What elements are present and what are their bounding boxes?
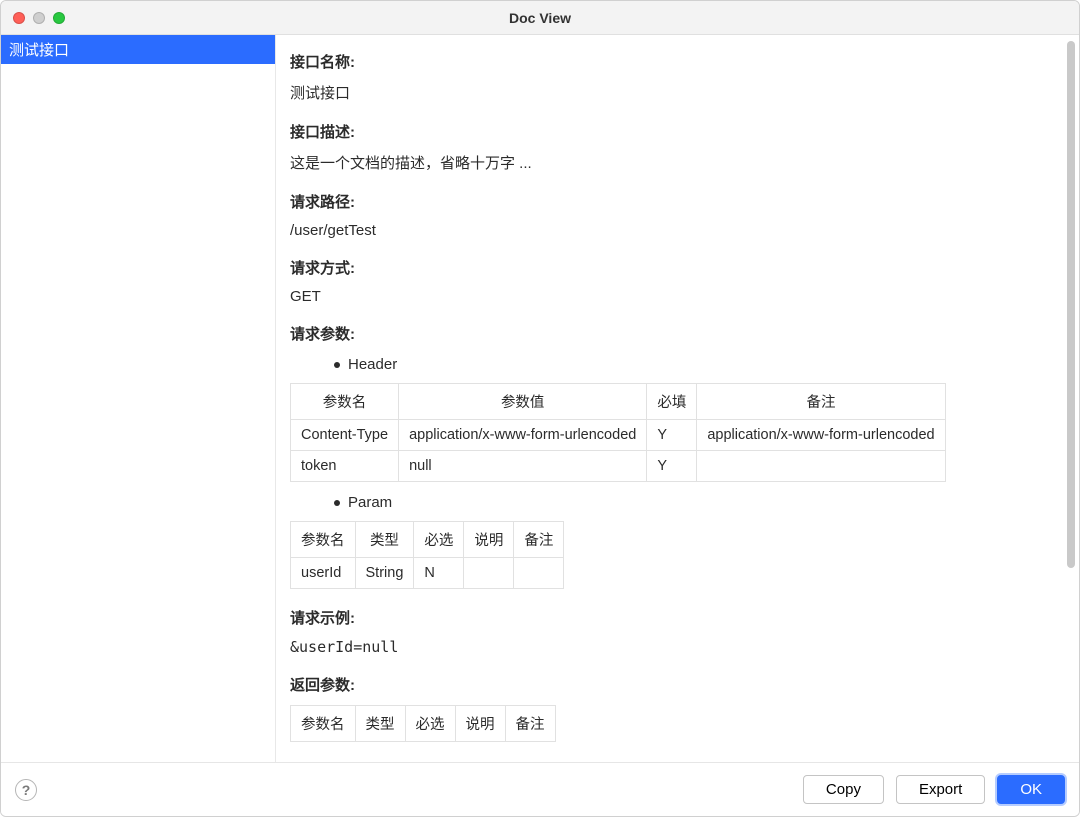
cell-name: userId xyxy=(291,558,356,589)
doc-content: 接口名称: 测试接口 接口描述: 这是一个文档的描述，省略十万字 ... 请求路… xyxy=(276,35,1063,762)
method-value: GET xyxy=(290,288,1049,305)
cell-value: application/x-www-form-urlencoded xyxy=(399,420,647,451)
close-icon[interactable] xyxy=(13,12,25,24)
bullet-icon xyxy=(334,500,340,506)
th-name: 参数名 xyxy=(291,384,399,420)
titlebar: Doc View xyxy=(1,1,1079,35)
api-name-label: 接口名称: xyxy=(290,51,1049,72)
path-label: 请求路径: xyxy=(290,191,1049,212)
cell-name: token xyxy=(291,451,399,482)
window-controls xyxy=(13,12,65,24)
th-optional: 必选 xyxy=(414,522,464,558)
table-header-row: 参数名 类型 必选 说明 备注 xyxy=(291,522,564,558)
maximize-icon[interactable] xyxy=(53,12,65,24)
cell-desc xyxy=(464,558,514,589)
table-row: token null Y xyxy=(291,451,946,482)
sidebar-item-api[interactable]: 测试接口 xyxy=(1,35,275,64)
path-value: /user/getTest xyxy=(290,222,1049,239)
header-table: 参数名 参数值 必填 备注 Content-Type application/x… xyxy=(290,383,946,482)
bullet-icon xyxy=(334,362,340,368)
cell-optional: N xyxy=(414,558,464,589)
th-remark: 备注 xyxy=(514,522,564,558)
header-bullet-label: Header xyxy=(348,356,397,373)
param-table: 参数名 类型 必选 说明 备注 userId String N xyxy=(290,521,564,589)
req-params-label: 请求参数: xyxy=(290,323,1049,344)
scrollbar[interactable] xyxy=(1067,41,1075,753)
th-remark: 备注 xyxy=(505,706,555,742)
table-row: Content-Type application/x-www-form-urle… xyxy=(291,420,946,451)
api-name-value: 测试接口 xyxy=(290,82,1049,103)
table-header-row: 参数名 参数值 必填 备注 xyxy=(291,384,946,420)
th-desc: 说明 xyxy=(455,706,505,742)
param-bullet: Param xyxy=(334,494,1049,511)
th-type: 类型 xyxy=(355,522,414,558)
copy-button[interactable]: Copy xyxy=(803,775,884,804)
table-row: userId String N xyxy=(291,558,564,589)
footer-buttons: Copy Export OK xyxy=(803,775,1065,804)
cell-remark xyxy=(697,451,945,482)
scrollbar-thumb[interactable] xyxy=(1067,41,1075,568)
param-bullet-label: Param xyxy=(348,494,392,511)
req-example-value: &userId=null xyxy=(290,638,1049,656)
footer: ? Copy Export OK xyxy=(1,762,1079,816)
window-title: Doc View xyxy=(509,10,571,26)
th-name: 参数名 xyxy=(291,706,356,742)
header-bullet: Header xyxy=(334,356,1049,373)
help-button[interactable]: ? xyxy=(15,779,37,801)
cell-name: Content-Type xyxy=(291,420,399,451)
ok-button[interactable]: OK xyxy=(997,775,1065,804)
main-panel: 接口名称: 测试接口 接口描述: 这是一个文档的描述，省略十万字 ... 请求路… xyxy=(276,35,1079,762)
th-remark: 备注 xyxy=(697,384,945,420)
export-button[interactable]: Export xyxy=(896,775,985,804)
cell-remark xyxy=(514,558,564,589)
sidebar: 测试接口 xyxy=(1,35,276,762)
th-value: 参数值 xyxy=(399,384,647,420)
resp-table: 参数名 类型 必选 说明 备注 xyxy=(290,705,556,742)
th-desc: 说明 xyxy=(464,522,514,558)
method-label: 请求方式: xyxy=(290,257,1049,278)
api-desc-value: 这是一个文档的描述，省略十万字 ... xyxy=(290,152,1049,173)
cell-required: Y xyxy=(647,451,697,482)
cell-value: null xyxy=(399,451,647,482)
api-desc-label: 接口描述: xyxy=(290,121,1049,142)
th-optional: 必选 xyxy=(405,706,455,742)
th-required: 必填 xyxy=(647,384,697,420)
cell-type: String xyxy=(355,558,414,589)
minimize-icon[interactable] xyxy=(33,12,45,24)
content: 测试接口 接口名称: 测试接口 接口描述: 这是一个文档的描述，省略十万字 ..… xyxy=(1,35,1079,762)
th-name: 参数名 xyxy=(291,522,356,558)
app-window: Doc View 测试接口 接口名称: 测试接口 接口描述: 这是一个文档的描述… xyxy=(0,0,1080,817)
req-example-label: 请求示例: xyxy=(290,607,1049,628)
resp-params-label: 返回参数: xyxy=(290,674,1049,695)
table-header-row: 参数名 类型 必选 说明 备注 xyxy=(291,706,556,742)
cell-remark: application/x-www-form-urlencoded xyxy=(697,420,945,451)
cell-required: Y xyxy=(647,420,697,451)
th-type: 类型 xyxy=(355,706,405,742)
